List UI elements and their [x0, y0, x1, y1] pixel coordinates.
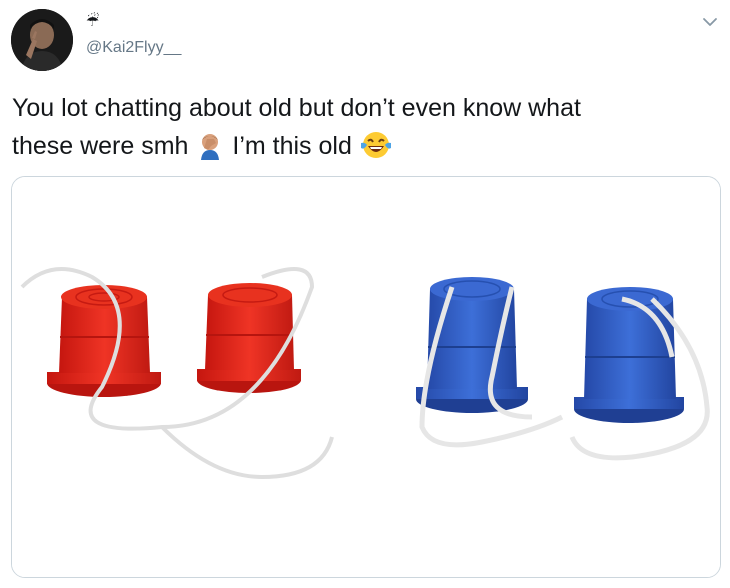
man-facepalming-icon [195, 130, 225, 171]
user-handle[interactable]: @Kai2Flyy__ [86, 39, 181, 57]
tweet-text-line2b: I’m this old [232, 132, 352, 160]
avatar-photo [11, 9, 73, 71]
face-with-tears-of-joy-icon [359, 130, 393, 171]
tin-can-stilts-photo [12, 177, 720, 577]
display-name[interactable]: ☔ [86, 12, 99, 34]
blue-stilt-right [574, 287, 684, 423]
tweet-media-image[interactable] [11, 176, 721, 578]
avatar[interactable] [11, 9, 73, 71]
tweet-text-line1: You lot chatting about old but don’t eve… [12, 94, 581, 122]
chevron-down-icon[interactable] [700, 12, 720, 32]
tweet-text: You lot chatting about old but don’t eve… [12, 89, 712, 171]
tweet-text-line2a: these were smh [12, 132, 189, 160]
red-stilt-right [197, 283, 301, 393]
